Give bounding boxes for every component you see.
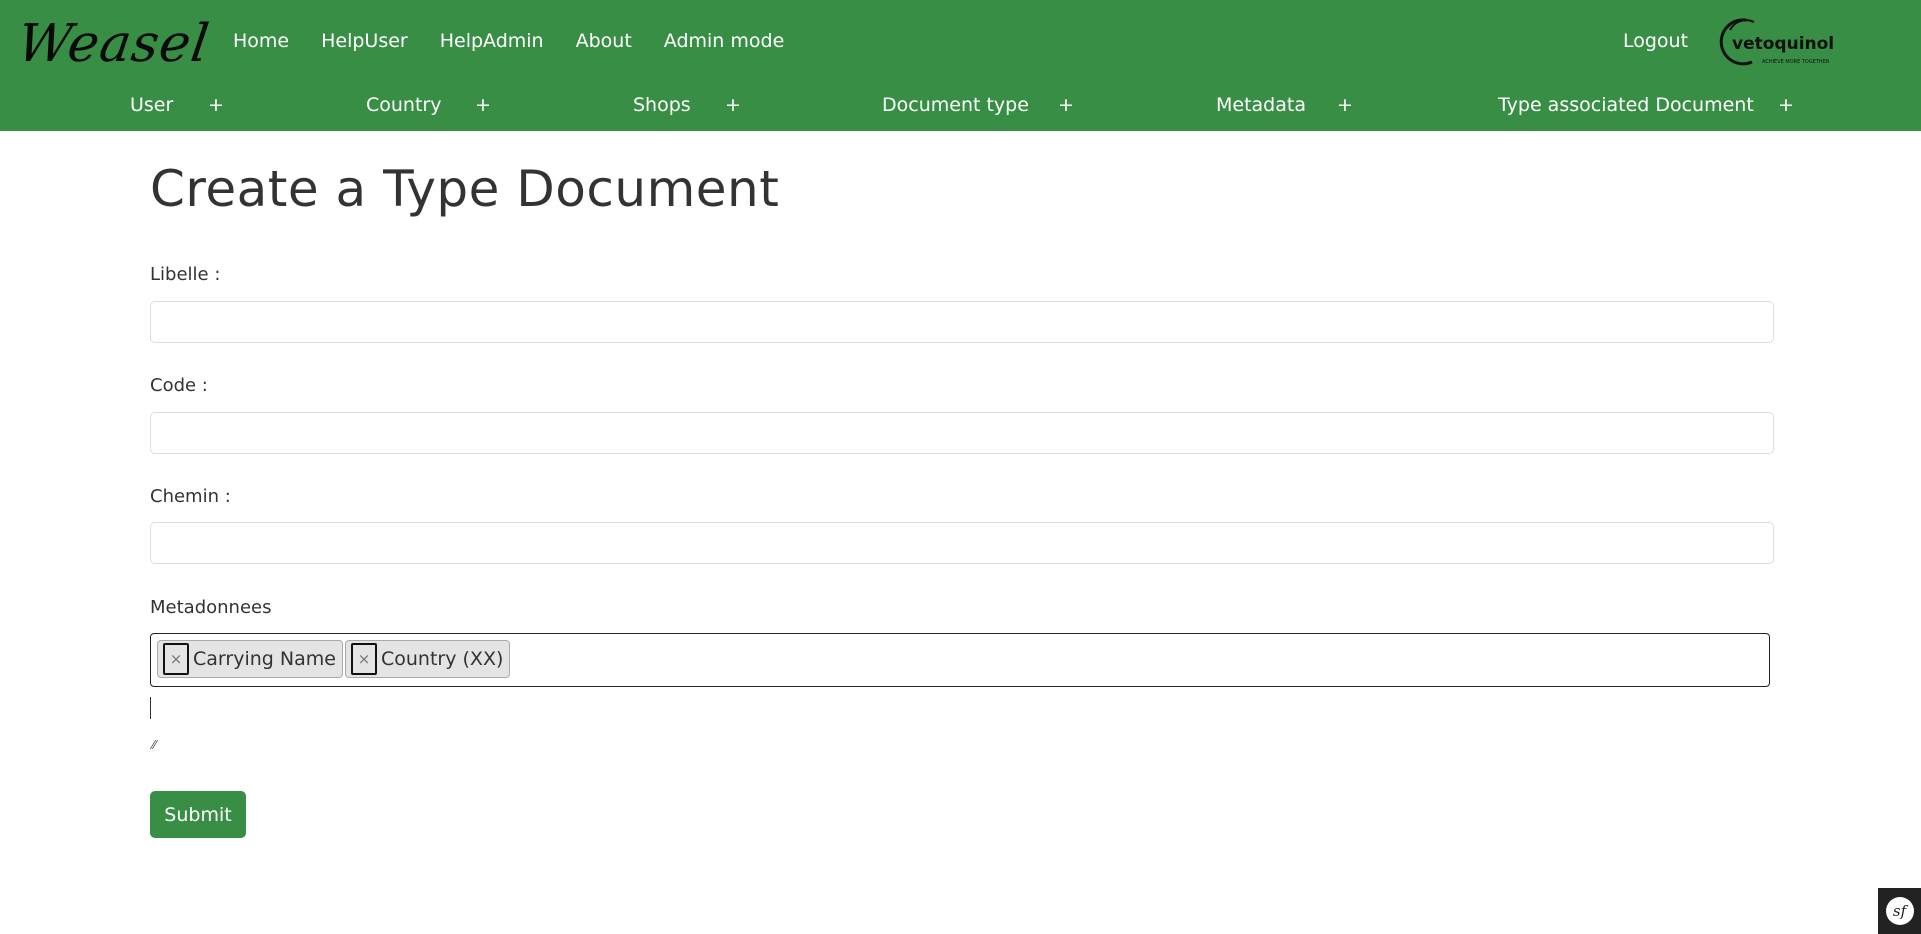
- nav-helpuser[interactable]: HelpUser: [321, 30, 408, 52]
- subnav-metadata[interactable]: Metadata: [1216, 94, 1306, 116]
- text-caret: [150, 697, 151, 719]
- subnav-type-associated-document-add-button[interactable]: +: [1778, 94, 1794, 116]
- chemin-label: Chemin :: [150, 486, 231, 507]
- libelle-label: Libelle :: [150, 264, 221, 285]
- chemin-input[interactable]: [150, 522, 1774, 564]
- subnav-document-type[interactable]: Document type: [882, 94, 1029, 116]
- tag-label: Carrying Name: [193, 648, 336, 670]
- brand-logo[interactable]: Weasel: [14, 14, 214, 74]
- subnav-metadata-add-button[interactable]: +: [1337, 94, 1353, 116]
- logo-tagline: ACHIEVE MORE TOGETHER: [1762, 59, 1830, 65]
- code-label: Code :: [150, 375, 208, 396]
- remove-tag-icon[interactable]: ×: [163, 643, 189, 675]
- metadonnees-multiselect[interactable]: × Carrying Name × Country (XX): [150, 633, 1770, 687]
- page-title: Create a Type Document: [150, 160, 780, 218]
- resize-handle-icon[interactable]: ⁄⁄: [152, 738, 156, 752]
- create-form: Create a Type Document Libelle : Code : …: [150, 160, 1774, 838]
- top-navigation: Home HelpUser HelpAdmin About Admin mode: [233, 30, 784, 52]
- nav-helpadmin[interactable]: HelpAdmin: [440, 30, 544, 52]
- subnav-user[interactable]: User: [130, 94, 173, 116]
- subnav-country-add-button[interactable]: +: [475, 94, 491, 116]
- selected-tag-country: × Country (XX): [345, 640, 511, 678]
- sub-navigation: User + Country + Shops + Document type +…: [0, 94, 1921, 120]
- subnav-type-associated-document[interactable]: Type associated Document: [1498, 94, 1754, 116]
- code-input[interactable]: [150, 412, 1774, 454]
- symfony-toolbar-label: sf: [1885, 897, 1914, 925]
- logout-link[interactable]: Logout: [1623, 30, 1688, 52]
- vetoquinol-logo: vetoquinol ACHIEVE MORE TOGETHER: [1719, 18, 1834, 66]
- subnav-country[interactable]: Country: [366, 94, 441, 116]
- subnav-shops-add-button[interactable]: +: [725, 94, 741, 116]
- nav-admin-mode[interactable]: Admin mode: [664, 30, 784, 52]
- libelle-input[interactable]: [150, 301, 1774, 343]
- subnav-document-type-add-button[interactable]: +: [1058, 94, 1074, 116]
- tag-label: Country (XX): [381, 648, 504, 670]
- logo-wordmark: vetoquinol: [1732, 34, 1834, 54]
- selected-tag-carrying-name: × Carrying Name: [157, 640, 343, 678]
- metadonnees-label: Metadonnees: [150, 597, 272, 618]
- submit-button[interactable]: Submit: [150, 791, 246, 838]
- subnav-user-add-button[interactable]: +: [208, 94, 224, 116]
- nav-home[interactable]: Home: [233, 30, 289, 52]
- header-bar: Weasel Home HelpUser HelpAdmin About Adm…: [0, 0, 1921, 131]
- remove-tag-icon[interactable]: ×: [351, 643, 377, 675]
- subnav-shops[interactable]: Shops: [633, 94, 691, 116]
- symfony-icon[interactable]: sf: [1878, 888, 1921, 934]
- nav-about[interactable]: About: [576, 30, 632, 52]
